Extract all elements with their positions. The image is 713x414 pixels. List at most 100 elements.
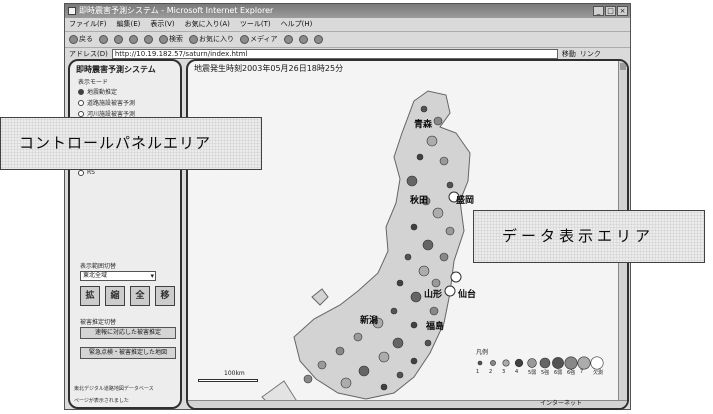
zoom-out-button[interactable]: 縮 [105,286,125,306]
intensity-point[interactable] [380,383,388,391]
legend-item-label: 5強 [541,370,550,376]
radio-road-damage[interactable]: 道路施設被害予測 [78,98,135,107]
intensity-point[interactable] [433,116,443,126]
maximize-button[interactable]: □ [605,6,616,16]
control-panel-callout: コントロールパネルエリア [0,117,262,170]
legend-item-label: 5弱 [528,370,537,376]
intensity-point[interactable] [335,346,345,356]
zoom-in-button[interactable]: 拡 [80,286,100,306]
home-button[interactable] [144,32,153,46]
favorites-button[interactable]: お気に入り [189,32,234,46]
data-area-callout: データ表示エリア [473,210,705,263]
page-status: ページが表示されました [74,398,129,404]
legend: 凡例 1 2 3 4 5弱 5強 6弱 6強 7 欠測 [476,347,616,387]
intensity-point[interactable] [353,332,363,342]
title-bar: 即時震害予測システム - Microsoft Internet Explorer… [65,4,630,18]
intensity-point[interactable] [404,253,412,261]
media-label: メディア [250,34,278,43]
legend-item-label: 2 [489,369,493,375]
city-label-fukushima: 福島 [426,322,445,332]
menu-edit[interactable]: 編集(E) [117,19,141,30]
radio-rs[interactable]: RS [78,169,95,176]
menu-file[interactable]: ファイル(F) [69,19,107,30]
radio-label: 道路施設被害予測 [87,100,136,107]
legend-item-label: 欠測 [593,370,604,376]
intensity-point[interactable] [390,307,398,315]
intensity-point[interactable] [446,181,454,189]
search-label: 検索 [169,34,183,43]
radio-label: RS [87,169,95,176]
ie-icon [68,7,76,15]
legend-item-label: 6強 [567,370,576,376]
intensity-point[interactable] [429,306,439,316]
city-label-akita: 秋田 [410,196,429,206]
intensity-point[interactable] [432,207,444,219]
intensity-point[interactable] [424,339,432,347]
legend-title: 凡例 [476,349,489,356]
quake-time-label: 地震発生時刻2003年05月26日18時25分 [194,64,344,73]
intensity-point[interactable] [410,321,418,329]
window-title: 即時震害予測システム - Microsoft Internet Explorer [79,6,274,15]
intensity-point[interactable] [378,351,390,363]
display-mode-label: 表示モード [78,79,109,86]
window-controls: _ □ × [593,6,628,16]
mail-icon [298,34,308,44]
mail-button[interactable] [298,32,308,46]
bulletin-damage-button[interactable]: 速報に対応した被害推定 [80,327,176,339]
inspection-map-button[interactable]: 緊急点検・被害推定した地図 [80,347,176,359]
city-label-sendai: 仙台 [458,290,477,300]
refresh-button[interactable] [129,32,138,46]
intensity-point[interactable] [420,105,428,113]
favorites-label: お気に入り [199,34,234,43]
minimize-button[interactable]: _ [593,6,604,16]
intensity-point[interactable] [396,371,404,379]
intensity-point[interactable] [431,278,441,288]
print-button[interactable] [313,32,323,46]
intensity-point[interactable] [358,365,370,377]
city-label-yamagata: 山形 [424,290,443,300]
media-icon [240,34,249,44]
back-button[interactable]: 戻る [69,32,93,46]
intensity-point[interactable] [416,153,424,161]
menu-favorites[interactable]: お気に入り(A) [185,19,230,30]
radio-dot-icon [78,169,84,176]
stop-button[interactable] [114,32,123,46]
address-input[interactable]: http://10.19.182.57/saturn/index.html [111,49,558,59]
intensity-point[interactable] [406,175,418,187]
menu-view[interactable]: 表示(V) [150,19,174,30]
close-button[interactable]: × [617,6,628,16]
media-button[interactable]: メディア [240,32,278,46]
radio-label: 地震動推定 [87,89,118,96]
search-button[interactable]: 検索 [159,32,183,46]
intensity-point[interactable] [392,337,404,349]
control-panel: 即時震害予測システム 表示モード 地震動推定 道路施設被害予測 河川施設被害予測… [68,59,182,409]
intensity-point[interactable] [410,357,418,365]
city-label-aomori: 青森 [414,120,433,130]
city-label-niigata: 新潟 [360,316,379,326]
pan-button[interactable]: 移 [155,286,175,306]
intensity-point[interactable] [340,377,352,389]
intensity-point[interactable] [317,360,327,370]
full-view-button[interactable]: 全 [130,286,150,306]
intensity-point[interactable] [445,226,455,236]
menu-help[interactable]: ヘルプ(H) [281,19,313,30]
intensity-point[interactable] [418,265,430,277]
area-select[interactable]: 東北全域 [80,271,156,281]
intensity-point[interactable] [303,374,313,384]
history-button[interactable] [283,32,293,46]
forward-button[interactable] [99,32,108,46]
intensity-point[interactable] [439,156,449,166]
back-label: 戻る [79,34,93,43]
radio-ground-motion[interactable]: 地震動推定 [78,87,117,96]
intensity-point[interactable] [439,252,449,262]
intensity-point[interactable] [422,239,434,251]
intensity-point[interactable] [426,135,438,147]
intensity-point[interactable] [396,279,404,287]
home-icon [144,34,153,44]
intensity-point[interactable] [410,223,418,231]
intensity-point[interactable] [410,291,422,303]
search-icon [159,34,168,44]
toolbar: 戻る 検索 お気に入り メディア [65,31,630,46]
map-tool-buttons: 拡 縮 全 移 [80,286,175,306]
menu-tools[interactable]: ツール(T) [240,19,271,30]
